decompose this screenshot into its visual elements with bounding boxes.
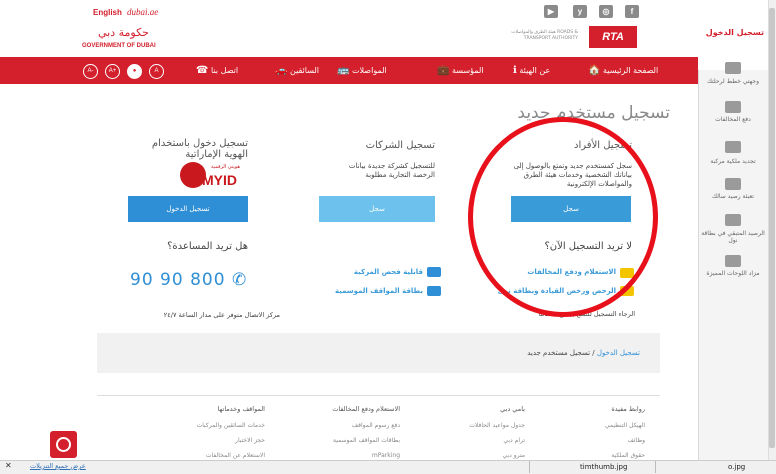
footer-col-parking-title[interactable]: المواقف وخدماتها — [160, 405, 265, 413]
nav-transport-label: المواصلات — [352, 66, 387, 75]
show-all-downloads-link[interactable]: عرض جميع التنزيلات — [30, 462, 86, 470]
footer-col-fines-title[interactable]: الاستعلام ودفع المخالفات — [290, 405, 400, 413]
government-of-dubai-caption: GOVERNMENT OF DUBAI — [82, 43, 156, 49]
phone-icon: ✆ — [231, 270, 248, 290]
panel-pay-fines[interactable]: دفع المخالفات — [700, 116, 766, 123]
red-highlight-circle — [468, 117, 658, 317]
close-icon[interactable]: ✕ — [5, 461, 12, 470]
panel-nol-balance[interactable]: الرصيد المتبقي في بطاقة نول — [700, 230, 766, 244]
panel-salik-recharge[interactable]: تعبئة رصيد سالك — [700, 193, 766, 200]
bus-icon: 🚌 — [337, 65, 350, 76]
nav-contact[interactable]: ☎ اتصل بنا — [196, 62, 238, 80]
footer-link[interactable]: جدول مواعيد الحافلات — [440, 422, 525, 429]
nav-transport[interactable]: 🚌 المواصلات — [337, 62, 387, 80]
download-item[interactable]: o.jpg — [728, 461, 745, 473]
benefit-vehicle-check[interactable]: قابلية فحص المركبة — [320, 268, 423, 276]
facebook-icon[interactable]: f — [625, 5, 639, 18]
home-icon: 🏠 — [588, 65, 601, 76]
footer-link[interactable]: mParking — [290, 452, 400, 459]
footer-link[interactable]: الهيكل التنظيمي — [560, 422, 645, 429]
breadcrumb: تسجيل الدخول / تسجيل مستخدم جديد — [360, 349, 640, 357]
download-divider — [655, 461, 656, 473]
nol-card-icon — [725, 214, 741, 226]
panel-plates-auction[interactable]: مزاد اللوحات المميزة — [700, 270, 766, 277]
register-corporate-button[interactable]: سجل — [319, 196, 435, 222]
phone-icon: ☎ — [196, 65, 209, 76]
panel-login-link[interactable]: تسجيل الدخول — [702, 28, 764, 37]
footer-link[interactable]: الاستعلام عن المخالفات — [160, 452, 265, 459]
download-divider — [529, 461, 530, 473]
briefcase-icon: 💼 — [437, 65, 450, 76]
footer-col-title[interactable]: بامي دبي — [440, 405, 525, 413]
breadcrumb-current: / تسجيل مستخدم جديد — [527, 349, 597, 357]
car-check-icon — [427, 267, 441, 277]
myid-logo-caption: هويتي الرقمية — [211, 164, 241, 170]
helpline-number[interactable]: 90 90 800 ✆ — [130, 270, 247, 290]
panel-vehicle-renewal[interactable]: تجديد ملكية مركبة — [700, 158, 766, 165]
nav-drivers-label: السائقين — [290, 66, 320, 75]
download-bar — [0, 460, 776, 474]
corporate-registration-title: تسجيل الشركات — [365, 140, 435, 151]
breadcrumb-login-link[interactable]: تسجيل الدخول — [597, 349, 640, 357]
benefit-parking-card[interactable]: بطاقة المواقف الموسمية — [320, 287, 423, 295]
footer-link[interactable]: خدمات السائقين والمركبات — [160, 422, 265, 429]
nav-home[interactable]: 🏠 الصفحة الرئيسية — [588, 62, 658, 80]
footer-link[interactable]: وظائف — [560, 437, 645, 444]
parking-icon — [427, 286, 441, 296]
car-icon: 🚗 — [275, 65, 288, 76]
footer-divider — [97, 395, 660, 396]
nav-about-label: عن الهيئة — [519, 66, 551, 75]
chat-icon — [56, 437, 71, 452]
nav-about[interactable]: ℹ عن الهيئة — [513, 62, 550, 80]
plates-auction-icon — [725, 255, 741, 267]
corporate-registration-desc: للتسجيل كشركة جديدة بيانات الرخصة التجار… — [348, 162, 435, 179]
download-item[interactable]: timthumb.jpg — [580, 461, 627, 473]
uae-pass-login-button[interactable]: تسجيل الدخول — [128, 196, 248, 222]
info-icon: ℹ — [513, 65, 517, 76]
helpline-note: مركز الاتصال متوفر على مدار الساعة ٢٤/٧ — [163, 311, 280, 319]
nav-corporate[interactable]: 💼 المؤسسة — [437, 62, 484, 80]
rta-logo[interactable]: RTA — [589, 26, 637, 48]
uae-pass-title: تسجيل دخول باستخدام الهوية الإماراتية — [151, 138, 248, 160]
nav-home-label: الصفحة الرئيسية — [603, 66, 659, 75]
footer-link[interactable]: حجز الاختبار — [160, 437, 265, 444]
twitter-icon[interactable]: y — [573, 5, 587, 18]
panel-journey-planner[interactable]: وجهتي خطط لرحلتك — [700, 78, 766, 85]
footer-link[interactable]: دفع رسوم المواقف — [290, 422, 400, 429]
youtube-icon[interactable]: ▶ — [544, 5, 558, 18]
footer-link[interactable]: ترام دبي — [440, 437, 525, 444]
vehicle-renewal-icon — [725, 141, 741, 153]
nav-corporate-label: المؤسسة — [452, 66, 484, 75]
font-reset-button[interactable]: A — [149, 64, 164, 79]
footer-link[interactable]: مترو دبي — [440, 452, 525, 459]
nav-contact-label: اتصل بنا — [211, 66, 239, 75]
instagram-icon[interactable]: ◎ — [599, 5, 613, 18]
footer-link[interactable]: حقوق الملكية — [560, 452, 645, 459]
footer-link[interactable]: بطاقات المواقف الموسمية — [290, 437, 400, 444]
dubai-portal-link[interactable]: dubai.ae — [127, 7, 158, 17]
scrollbar-thumb[interactable] — [769, 8, 775, 448]
fines-icon — [725, 101, 741, 113]
help-title: هل تريد المساعدة؟ — [167, 241, 248, 252]
helpline-number-text: 90 90 800 — [130, 270, 226, 290]
language-switch-link[interactable]: English — [93, 8, 122, 17]
font-decrease-button[interactable]: A- — [83, 64, 98, 79]
rta-name-text: هيئة الطرق والمواصلات ROADS & TRANSPORT … — [511, 30, 578, 41]
government-of-dubai-logo[interactable]: حكومة دبي — [98, 26, 149, 39]
journey-planner-icon — [725, 62, 741, 74]
footer-col-useful-links-title[interactable]: روابط مفيدة — [560, 405, 645, 413]
contrast-toggle-button[interactable]: ● — [127, 64, 142, 79]
nav-drivers[interactable]: 🚗 السائقين — [275, 62, 319, 80]
salik-icon — [725, 178, 741, 190]
font-increase-button[interactable]: A+ — [105, 64, 120, 79]
myid-logo: MYID — [202, 172, 237, 188]
